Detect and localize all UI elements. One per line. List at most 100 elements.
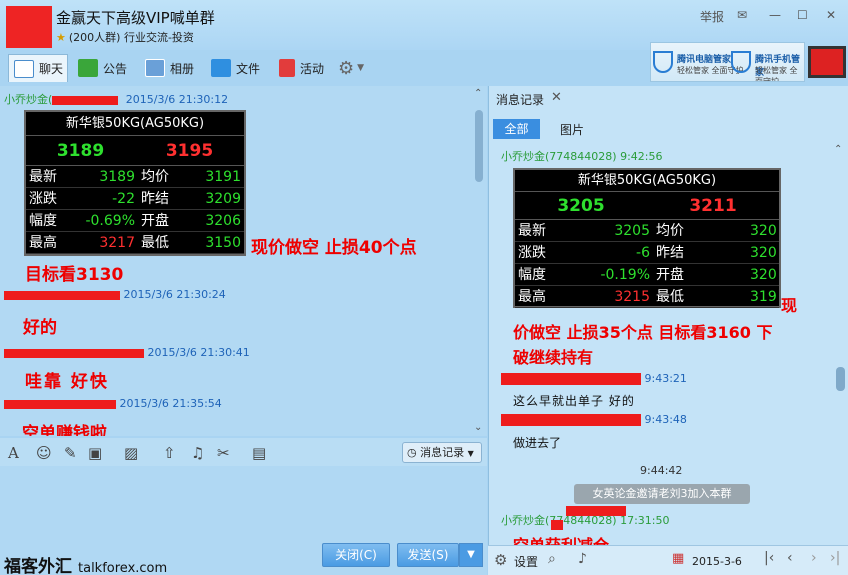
monitor-icon[interactable]: [808, 46, 846, 78]
scissors-icon[interactable]: ✂: [217, 444, 230, 462]
history-scroll-thumb[interactable]: [836, 367, 845, 391]
quote-row: 幅度 -0.19% 开盘 320: [515, 264, 779, 286]
quote-value: 3215: [614, 289, 650, 305]
gear-icon[interactable]: ⚙: [494, 551, 507, 569]
speaker-icon[interactable]: ♪: [578, 551, 587, 567]
system-notice: 女英论金邀请老刘3加入本群: [574, 484, 750, 504]
first-page-icon[interactable]: |‹: [764, 550, 774, 566]
message-sender: 小乔炒金( 2015/3/6 21:30:12: [4, 91, 228, 107]
message-time: 2015/3/6 21:30:12: [125, 93, 229, 106]
message-sender: 2015/3/6 21:30:41: [4, 346, 250, 359]
report-link[interactable]: 举报: [700, 8, 724, 25]
history-message-text: 做进去了: [513, 436, 562, 450]
quote-value: 3206: [205, 213, 241, 229]
filter-images-button[interactable]: 图片: [560, 121, 584, 138]
last-page-icon[interactable]: ›|: [830, 550, 840, 566]
maximize-button[interactable]: ☐: [797, 8, 808, 22]
quote-ask: 3211: [689, 196, 737, 216]
calendar-icon[interactable]: ▦: [672, 551, 684, 566]
scroll-up-icon[interactable]: ⌃: [474, 88, 482, 99]
next-page-icon[interactable]: ›: [811, 550, 817, 566]
flag-icon: [78, 59, 98, 77]
gift-icon[interactable]: ▣: [88, 444, 102, 462]
close-window-button[interactable]: ✕: [826, 8, 836, 22]
quote-label: 最高: [518, 289, 546, 305]
history-message-text: 破继续持有: [513, 348, 594, 367]
quote-label: 幅度: [518, 267, 546, 283]
close-icon[interactable]: ✕: [551, 90, 562, 105]
upload-icon[interactable]: ⇧: [163, 444, 176, 462]
quote-label: 开盘: [656, 267, 684, 283]
image-icon[interactable]: ▨: [124, 444, 138, 462]
quote-label: 最低: [141, 235, 169, 251]
watermark-site: talkforex.com: [78, 561, 168, 575]
group-avatar[interactable]: [6, 6, 52, 48]
history-message-text: 这么早就出单子 好的: [513, 394, 635, 408]
prev-page-icon[interactable]: ‹: [787, 550, 793, 566]
scroll-down-icon[interactable]: ⌄: [474, 422, 482, 433]
gear-icon[interactable]: ⚙ ▼: [338, 54, 364, 82]
close-button[interactable]: 关闭(C): [322, 543, 390, 567]
quote-value: 320: [750, 267, 777, 283]
group-subtitle: ★ (200人群) 行业交流-投资: [56, 29, 194, 45]
font-icon[interactable]: A: [8, 444, 19, 462]
message-history-label: 消息记录: [420, 446, 465, 459]
ad-banner[interactable]: 腾讯电脑管家 轻松管家 全面守护 腾讯手机管家 轻松管家 全面守护: [650, 42, 805, 82]
quote-title: 新华银50KG(AG50KG): [515, 170, 779, 192]
music-icon[interactable]: ♫: [191, 444, 204, 462]
search-icon[interactable]: ⌕: [548, 551, 556, 567]
quote-label: 最新: [29, 169, 57, 185]
quote-label: 涨跌: [29, 191, 57, 207]
group-name[interactable]: 金赢天下高级VIP喊单群: [56, 7, 215, 28]
quote-row: 涨跌 -22 昨结 3209: [26, 188, 244, 210]
clock-icon: ◷: [407, 446, 417, 459]
chat-scrollbar[interactable]: ⌃ ⌄: [472, 86, 486, 436]
quote-row: 涨跌 -6 昨结 320: [515, 242, 779, 264]
history-sender: 小乔炒金(774844028) 9:42:56: [501, 150, 663, 163]
star-icon: ★: [56, 31, 66, 44]
redaction-bar: [4, 290, 120, 300]
chat-icon: [14, 59, 34, 78]
quote-row: 最新 3205 均价 320: [515, 220, 779, 242]
message-time: 2015/3/6 21:30:24: [123, 288, 226, 301]
quote-bid: 3189: [56, 141, 105, 161]
sender-name: 小乔炒金(: [4, 93, 53, 106]
scroll-thumb[interactable]: [475, 110, 483, 182]
send-button[interactable]: 发送(S): [397, 543, 459, 567]
quote-label: 最低: [656, 289, 684, 305]
settings-label[interactable]: 设置: [514, 553, 538, 570]
activity-flag-icon: [279, 59, 295, 77]
tab-activity[interactable]: 活动: [279, 54, 324, 82]
tab-notice[interactable]: 公告: [78, 54, 127, 82]
quote-label: 昨结: [656, 245, 684, 261]
quote-row: 幅度 -0.69% 开盘 3206: [26, 210, 244, 232]
filter-all-button[interactable]: 全部: [493, 119, 540, 139]
price-quote-card[interactable]: 新华银50KG(AG50KG) 3205 3211 最新 3205 均价 320…: [513, 168, 781, 308]
tab-album[interactable]: 相册: [145, 54, 194, 82]
history-time: 9:43:21: [644, 372, 687, 385]
chat-messages[interactable]: 小乔炒金( 2015/3/6 21:30:12 新华银50KG(AG50KG) …: [0, 86, 487, 436]
more-icon[interactable]: ▤: [252, 444, 266, 462]
send-options-chevron-icon[interactable]: ▼: [459, 543, 483, 567]
tab-chat[interactable]: 聊天: [8, 54, 68, 82]
quote-label: 涨跌: [518, 245, 546, 261]
minimize-button[interactable]: —: [769, 8, 781, 22]
group-subtitle-text: (200人群) 行业交流-投资: [68, 31, 194, 44]
date-field[interactable]: 2015-3-6: [692, 555, 742, 568]
emoji-icon[interactable]: ☺: [36, 444, 52, 462]
quote-value: -0.19%: [600, 267, 650, 283]
menu-icon[interactable]: ✉: [737, 8, 747, 22]
history-message-text: 空单获利减仓: [513, 532, 609, 545]
quote-value: 3209: [205, 191, 241, 207]
quote-label: 昨结: [141, 191, 169, 207]
tab-files[interactable]: 文件: [211, 54, 260, 82]
tab-activity-label: 活动: [300, 61, 325, 76]
price-quote-card[interactable]: 新华银50KG(AG50KG) 3189 3195 最新 3189 均价 319…: [24, 110, 246, 256]
message-history-button[interactable]: ◷ 消息记录 ▼: [402, 442, 482, 463]
tab-message-history[interactable]: 消息记录: [496, 91, 544, 108]
quote-row: 最新 3189 均价 3191: [26, 166, 244, 188]
quote-label: 开盘: [141, 213, 169, 229]
magic-wand-icon[interactable]: ✎: [64, 444, 77, 462]
scroll-up-icon[interactable]: ⌃: [834, 144, 842, 155]
quote-label: 最高: [29, 235, 57, 251]
